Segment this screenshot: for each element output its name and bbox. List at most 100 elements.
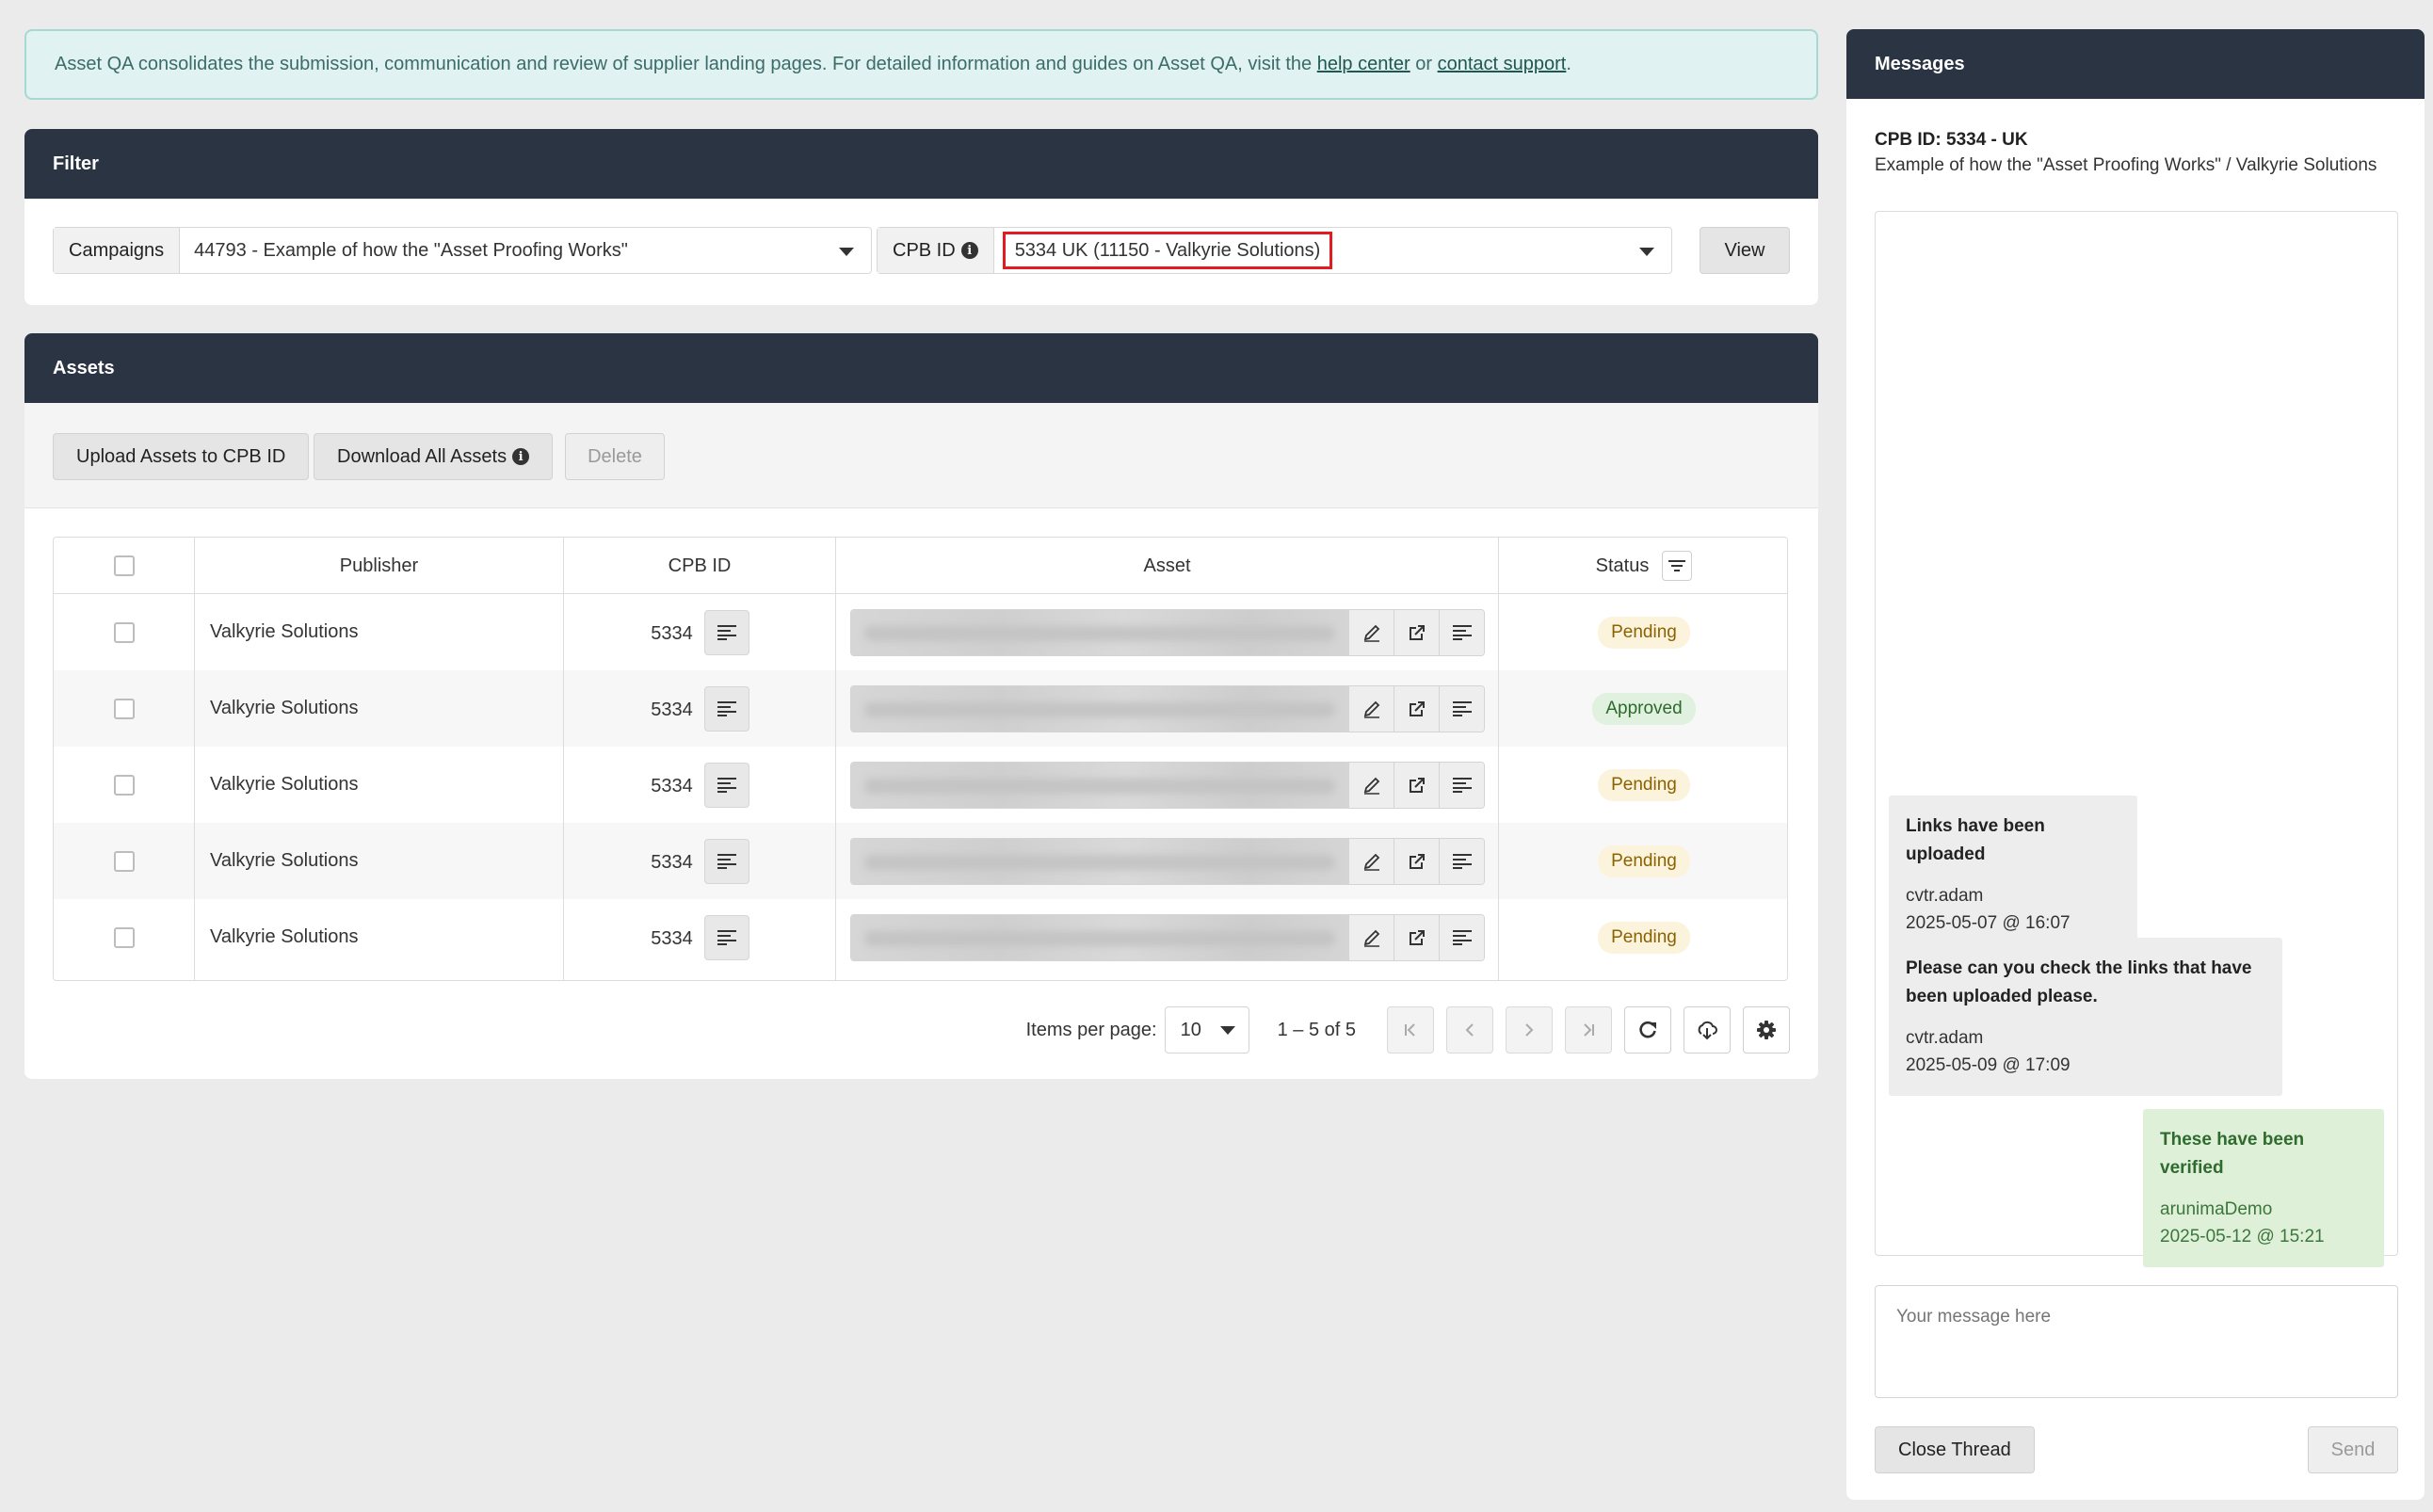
edit-asset-button[interactable] bbox=[1348, 762, 1394, 808]
row-checkbox[interactable] bbox=[114, 774, 135, 796]
messages-panel: Messages CPB ID: 5334 - UK Example of ho… bbox=[1846, 29, 2425, 1500]
table-header: Publisher CPB ID Asset Status bbox=[54, 538, 1787, 594]
message-thread: Links have been uploaded cvtr.adam 2025-… bbox=[1875, 211, 2398, 1267]
external-link-icon bbox=[1408, 623, 1426, 642]
asset-details-button[interactable] bbox=[1439, 685, 1484, 732]
page-range: 1 – 5 of 5 bbox=[1277, 1019, 1356, 1040]
details-button[interactable] bbox=[703, 838, 749, 884]
messages-title: Messages bbox=[1846, 29, 2425, 99]
asset-url-blurred bbox=[851, 609, 1348, 655]
pencil-icon bbox=[1362, 928, 1381, 947]
message-input[interactable] bbox=[1875, 1285, 2398, 1398]
details-button[interactable] bbox=[703, 762, 749, 808]
status-badge: Approved bbox=[1592, 692, 1696, 725]
cpb-id-cell: 5334 bbox=[651, 852, 693, 873]
assets-title: Assets bbox=[24, 333, 1818, 403]
open-asset-button[interactable] bbox=[1394, 914, 1439, 960]
table-row: Valkyrie Solutions 5334 Pending bbox=[54, 747, 1787, 823]
status-badge: Pending bbox=[1598, 844, 1690, 877]
list-icon bbox=[1452, 929, 1472, 946]
asset-details-button[interactable] bbox=[1439, 762, 1484, 808]
asset-url-blurred bbox=[851, 838, 1348, 884]
delete-button[interactable]: Delete bbox=[565, 433, 665, 480]
download-all-assets-button[interactable]: Download All Assets i bbox=[314, 433, 554, 480]
filter-icon[interactable] bbox=[1662, 551, 1693, 581]
cpb-id-label: CPB ID i bbox=[878, 228, 994, 273]
filter-title: Filter bbox=[24, 129, 1818, 199]
last-page-icon bbox=[1584, 1023, 1594, 1037]
asset-url-blurred bbox=[851, 762, 1348, 808]
asset-preview-group bbox=[850, 913, 1485, 961]
message-item: Please can you check the links that have… bbox=[1889, 938, 2282, 1096]
last-page-button[interactable] bbox=[1565, 1006, 1612, 1054]
table-row: Valkyrie Solutions 5334 Pending bbox=[54, 899, 1787, 975]
next-page-button[interactable] bbox=[1506, 1006, 1553, 1054]
assets-table: Publisher CPB ID Asset Status Valkyrie S… bbox=[53, 537, 1788, 981]
open-asset-button[interactable] bbox=[1394, 762, 1439, 808]
details-button[interactable] bbox=[703, 914, 749, 960]
status-header: Status bbox=[1499, 538, 1787, 594]
send-button[interactable]: Send bbox=[2308, 1426, 2398, 1473]
campaigns-label: Campaigns bbox=[54, 228, 181, 273]
upload-assets-button[interactable]: Upload Assets to CPB ID bbox=[53, 433, 310, 480]
list-icon bbox=[717, 777, 736, 794]
list-icon bbox=[717, 700, 736, 717]
asset-preview-group bbox=[850, 684, 1485, 732]
cpb-id-select[interactable]: CPB ID i 5334 UK (11150 - Valkyrie Solut… bbox=[877, 227, 1672, 274]
publisher-cell: Valkyrie Solutions bbox=[210, 774, 359, 795]
row-checkbox[interactable] bbox=[114, 926, 135, 948]
chevron-down-icon bbox=[839, 248, 854, 256]
open-asset-button[interactable] bbox=[1394, 838, 1439, 884]
first-page-button[interactable] bbox=[1387, 1006, 1434, 1054]
open-asset-button[interactable] bbox=[1394, 609, 1439, 655]
edit-asset-button[interactable] bbox=[1348, 838, 1394, 884]
cpb-id-cell: 5334 bbox=[651, 700, 693, 720]
cloud-download-button[interactable] bbox=[1684, 1006, 1731, 1054]
cpb-id-cell: 5334 bbox=[651, 776, 693, 796]
info-banner: Asset QA consolidates the submission, co… bbox=[24, 29, 1818, 100]
edit-asset-button[interactable] bbox=[1348, 914, 1394, 960]
asset-details-button[interactable] bbox=[1439, 609, 1484, 655]
info-icon[interactable]: i bbox=[960, 242, 978, 259]
open-asset-button[interactable] bbox=[1394, 685, 1439, 732]
info-icon: i bbox=[512, 448, 530, 465]
refresh-icon bbox=[1639, 1021, 1656, 1038]
gear-icon bbox=[1757, 1021, 1776, 1039]
contact-support-link[interactable]: contact support bbox=[1438, 54, 1567, 74]
asset-details-button[interactable] bbox=[1439, 838, 1484, 884]
asset-preview-group bbox=[850, 837, 1485, 885]
list-icon bbox=[1452, 624, 1472, 641]
refresh-button[interactable] bbox=[1624, 1006, 1671, 1054]
settings-button[interactable] bbox=[1743, 1006, 1790, 1054]
asset-preview-group bbox=[850, 608, 1485, 656]
row-checkbox[interactable] bbox=[114, 850, 135, 872]
asset-details-button[interactable] bbox=[1439, 914, 1484, 960]
campaigns-select[interactable]: Campaigns 44793 - Example of how the "As… bbox=[53, 227, 872, 274]
asset-url-blurred bbox=[851, 914, 1348, 960]
details-button[interactable] bbox=[703, 609, 749, 655]
publisher-cell: Valkyrie Solutions bbox=[210, 850, 359, 871]
items-per-page-select[interactable]: 10 bbox=[1164, 1006, 1249, 1054]
view-button[interactable]: View bbox=[1700, 227, 1790, 274]
asset-url-blurred bbox=[851, 685, 1348, 732]
chevron-down-icon bbox=[1219, 1026, 1235, 1035]
paginator: Items per page: 10 1 – 5 of 5 bbox=[1026, 1005, 1790, 1054]
publisher-cell: Valkyrie Solutions bbox=[210, 926, 359, 947]
row-checkbox[interactable] bbox=[114, 698, 135, 719]
items-per-page-label: Items per page: bbox=[1025, 1019, 1157, 1040]
help-center-link[interactable]: help center bbox=[1317, 54, 1410, 74]
row-checkbox[interactable] bbox=[114, 621, 135, 643]
cpb-id-cell: 5334 bbox=[651, 623, 693, 644]
select-all-checkbox[interactable] bbox=[113, 555, 135, 576]
chevron-right-icon bbox=[1525, 1023, 1534, 1037]
cloud-download-icon bbox=[1698, 1021, 1717, 1040]
campaigns-value: 44793 - Example of how the "Asset Proofi… bbox=[194, 239, 628, 261]
external-link-icon bbox=[1408, 700, 1426, 718]
close-thread-button[interactable]: Close Thread bbox=[1875, 1426, 2035, 1473]
assets-panel: Assets Upload Assets to CPB ID Download … bbox=[24, 333, 1818, 1079]
items-per-page-value: 10 bbox=[1180, 1019, 1201, 1040]
edit-asset-button[interactable] bbox=[1348, 609, 1394, 655]
edit-asset-button[interactable] bbox=[1348, 685, 1394, 732]
details-button[interactable] bbox=[703, 685, 749, 732]
previous-page-button[interactable] bbox=[1446, 1006, 1493, 1054]
